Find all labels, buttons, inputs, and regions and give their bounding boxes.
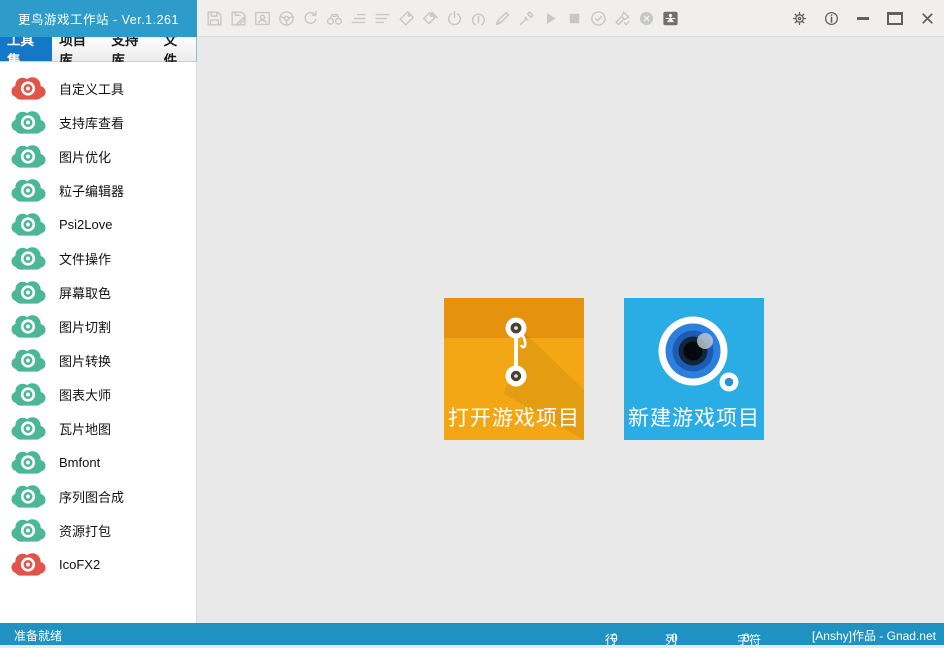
titlebar: 更鸟游戏工作站 - Ver.1.261	[0, 0, 944, 37]
sidebar-item-icofx2[interactable]: IcoFX2	[0, 547, 196, 581]
sort-ascending-icon[interactable]	[349, 9, 368, 28]
sidebar-item-custom-tools[interactable]: 自定义工具	[0, 71, 196, 105]
status-column-value: 0	[671, 631, 678, 645]
sort-descending-icon[interactable]	[373, 9, 392, 28]
sidebar-item-label: 粒子编辑器	[59, 181, 124, 200]
info-icon[interactable]	[822, 9, 840, 27]
pencil-edit-icon[interactable]	[493, 9, 512, 28]
cloud-tool-icon	[11, 517, 46, 543]
cloud-tool-icon	[11, 143, 46, 169]
main-workspace: 打开游戏项目 新建游戏项目	[197, 37, 944, 623]
sidebar-item-label: 屏幕取色	[59, 283, 111, 302]
window-controls	[790, 0, 936, 36]
sidebar-item-particle-editor[interactable]: 粒子编辑器	[0, 173, 196, 207]
cloud-tool-icon	[11, 381, 46, 407]
save-as-icon[interactable]	[229, 9, 248, 28]
sidebar-item-label: 文件操作	[59, 249, 111, 268]
sidebar-item-psi2love[interactable]: Psi2Love	[0, 207, 196, 241]
sidebar-item-label: 图片转换	[59, 351, 111, 370]
color-picker-icon[interactable]	[517, 9, 536, 28]
tabbar: 工具集 项目库 支持库 文件	[0, 37, 197, 62]
sidebar-tool-list: 自定义工具 支持库查看 图片优化 粒子编辑器 Psi2Love 文件操作 屏幕取…	[0, 62, 197, 623]
cloud-tool-icon	[11, 483, 46, 509]
cloud-tool-icon	[11, 75, 46, 101]
sidebar-item-label: Bmfont	[59, 455, 100, 470]
power-off-icon[interactable]	[445, 9, 464, 28]
project-card-icon[interactable]	[253, 9, 272, 28]
tags-icon[interactable]	[421, 9, 440, 28]
tab-toolset[interactable]: 工具集	[0, 37, 52, 61]
status-ready-text: 准备就绪	[14, 627, 62, 644]
cloud-tool-icon	[11, 245, 46, 271]
sidebar-item-label: 图片优化	[59, 147, 111, 166]
cloud-tool-icon	[11, 177, 46, 203]
toolbar	[201, 0, 680, 36]
cloud-tool-icon	[11, 109, 46, 135]
sidebar-item-support-lib-viewer[interactable]: 支持库查看	[0, 105, 196, 139]
sidebar-item-sprite-sheet-composer[interactable]: 序列图合成	[0, 479, 196, 513]
close-circle-icon[interactable]	[637, 9, 656, 28]
binoculars-search-icon[interactable]	[325, 9, 344, 28]
sidebar-item-image-slicer[interactable]: 图片切割	[0, 309, 196, 343]
open-project-button[interactable]: 打开游戏项目	[444, 298, 584, 440]
sidebar-item-label: 序列图合成	[59, 487, 124, 506]
cloud-tool-icon	[11, 449, 46, 475]
sidebar-item-chart-master[interactable]: 图表大师	[0, 377, 196, 411]
tab-file[interactable]: 文件	[157, 37, 196, 61]
new-project-label: 新建游戏项目	[624, 402, 764, 432]
open-project-label: 打开游戏项目	[444, 402, 584, 432]
sidebar-item-label: 图表大师	[59, 385, 111, 404]
save-icon[interactable]	[205, 9, 224, 28]
sidebar-item-file-operations[interactable]: 文件操作	[0, 241, 196, 275]
sidebar-item-label: Psi2Love	[59, 217, 112, 232]
status-chars-value: 0	[743, 631, 750, 645]
app-title: 更鸟游戏工作站 - Ver.1.261	[18, 9, 179, 28]
maximize-icon[interactable]	[886, 9, 904, 27]
sidebar-item-tile-map[interactable]: 瓦片地图	[0, 411, 196, 445]
cloud-tool-icon	[11, 415, 46, 441]
minimize-icon[interactable]	[854, 9, 872, 27]
statusbar: 准备就绪 行0 列0 字符0 [Anshy]作品 - Gnad.net	[0, 623, 944, 645]
cloud-tool-icon	[11, 313, 46, 339]
refresh-icon[interactable]	[301, 9, 320, 28]
new-project-button[interactable]: 新建游戏项目	[624, 298, 764, 440]
verify-badge-icon[interactable]	[589, 9, 608, 28]
sidebar-item-image-optimize[interactable]: 图片优化	[0, 139, 196, 173]
tab-project-library[interactable]: 项目库	[52, 37, 104, 61]
app-title-block: 更鸟游戏工作站 - Ver.1.261	[0, 0, 197, 37]
tag-icon[interactable]	[397, 9, 416, 28]
sidebar-item-resource-packager[interactable]: 资源打包	[0, 513, 196, 547]
sidebar-item-bmfont[interactable]: Bmfont	[0, 445, 196, 479]
settings-gear-icon[interactable]	[790, 9, 808, 27]
play-run-icon[interactable]	[541, 9, 560, 28]
stop-icon[interactable]	[565, 9, 584, 28]
sidebar-item-label: 资源打包	[59, 521, 111, 540]
cloud-tool-icon	[11, 551, 46, 577]
cloud-tool-icon	[11, 347, 46, 373]
close-icon[interactable]	[918, 9, 936, 27]
sidebar-item-label: 支持库查看	[59, 113, 124, 132]
exit-person-icon[interactable]	[661, 9, 680, 28]
cloud-tool-icon	[11, 279, 46, 305]
power-on-icon[interactable]	[469, 9, 488, 28]
sidebar-item-label: 图片切割	[59, 317, 111, 336]
steering-wheel-icon[interactable]	[277, 9, 296, 28]
app-window: { "window": { "title": "更鸟游戏工作站 - Ver.1.…	[0, 0, 944, 645]
sidebar-item-screen-color-picker[interactable]: 屏幕取色	[0, 275, 196, 309]
sidebar-item-label: IcoFX2	[59, 557, 100, 572]
sidebar-item-label: 瓦片地图	[59, 419, 111, 438]
clean-brush-icon[interactable]	[613, 9, 632, 28]
cloud-tool-icon	[11, 211, 46, 237]
status-credit-text: [Anshy]作品 - Gnad.net	[812, 627, 936, 644]
sidebar-item-image-converter[interactable]: 图片转换	[0, 343, 196, 377]
tab-support-library[interactable]: 支持库	[104, 37, 156, 61]
sidebar-item-label: 自定义工具	[59, 79, 124, 98]
status-line-value: 0	[611, 631, 618, 645]
